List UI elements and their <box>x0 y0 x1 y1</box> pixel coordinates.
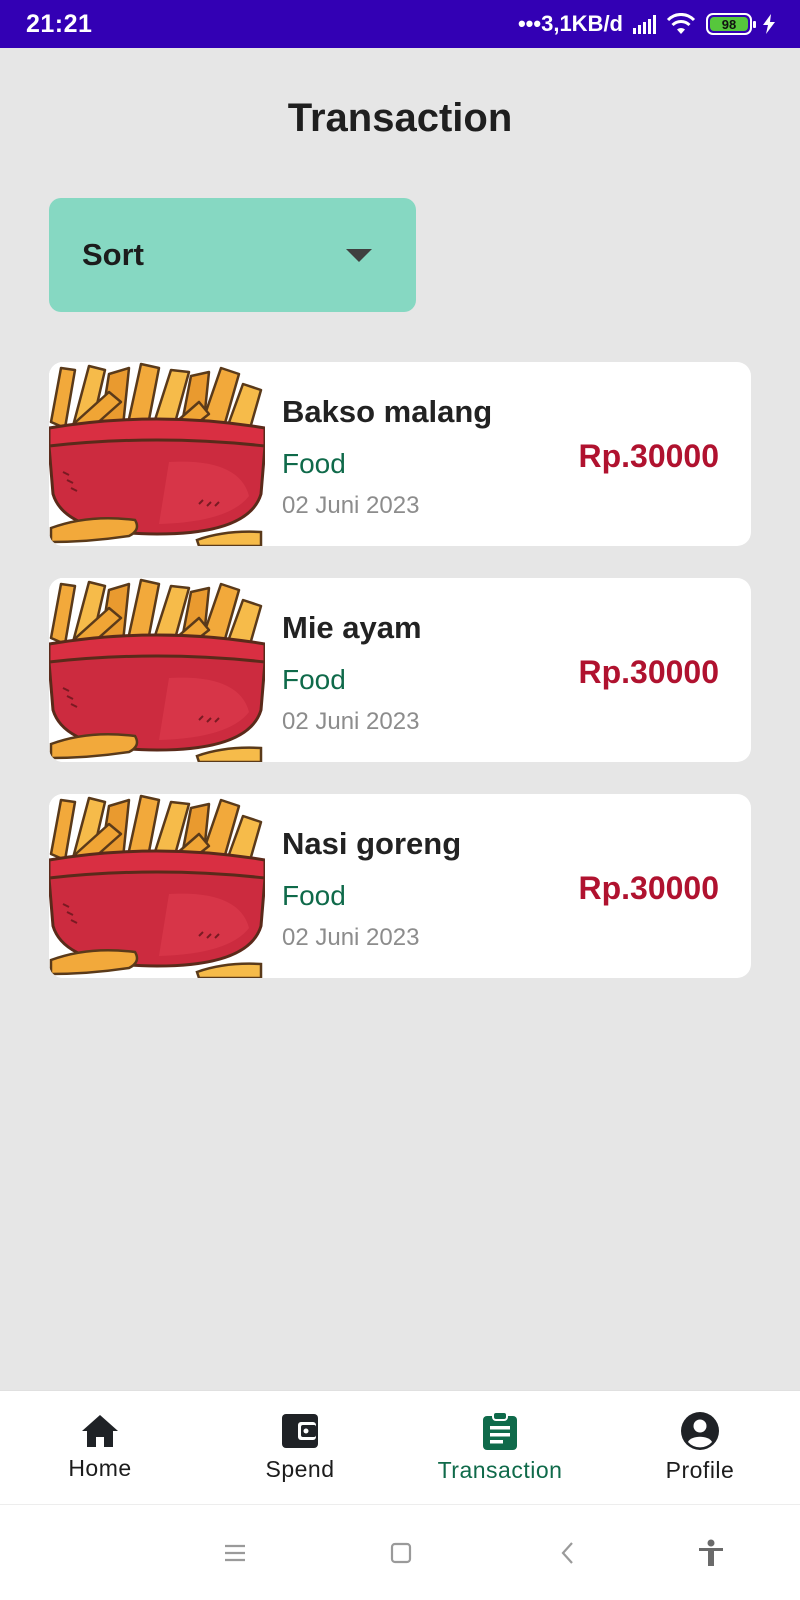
nav-label: Home <box>68 1455 132 1481</box>
fries-bowl-icon <box>49 362 267 546</box>
square-home-icon[interactable] <box>371 1505 431 1600</box>
nav-transaction[interactable]: Transaction <box>400 1391 600 1504</box>
nav-label: Spend <box>265 1456 335 1482</box>
transaction-category: Food <box>282 448 346 479</box>
transaction-category: Food <box>282 880 346 911</box>
battery-icon: 98 <box>706 13 756 35</box>
transaction-card[interactable]: Nasi goreng Food 02 Juni 2023 Rp.30000 <box>49 794 751 978</box>
transaction-name: Mie ayam <box>282 610 422 645</box>
transaction-date: 02 Juni 2023 <box>282 708 420 735</box>
page-title: Transaction <box>287 96 513 140</box>
sort-dropdown[interactable]: Sort <box>49 198 416 312</box>
home-icon <box>82 1415 118 1447</box>
wifi-icon <box>666 13 696 35</box>
transaction-card[interactable]: Bakso malang Food 02 Juni 2023 Rp.30000 <box>49 362 751 546</box>
menu-icon[interactable] <box>205 1505 265 1600</box>
transaction-amount: Rp.30000 <box>578 438 719 474</box>
transaction-card[interactable]: Mie ayam Food 02 Juni 2023 Rp.30000 <box>49 578 751 762</box>
bottom-nav: Home Spend Transaction Profile <box>0 1390 800 1504</box>
nav-profile[interactable]: Profile <box>600 1391 800 1504</box>
profile-icon <box>681 1412 719 1450</box>
transaction-amount: Rp.30000 <box>578 870 719 906</box>
accessibility-icon[interactable] <box>681 1505 741 1600</box>
transaction-name: Bakso malang <box>282 394 493 429</box>
transaction-date: 02 Juni 2023 <box>282 924 420 951</box>
transaction-category: Food <box>282 664 346 695</box>
fries-bowl-icon <box>49 578 267 762</box>
status-time: 21:21 <box>26 9 93 38</box>
back-icon[interactable] <box>538 1505 598 1600</box>
transaction-amount: Rp.30000 <box>578 654 719 690</box>
clipboard-icon <box>483 1411 517 1450</box>
nav-label: Transaction <box>437 1457 563 1483</box>
nav-spend[interactable]: Spend <box>200 1391 400 1504</box>
chevron-down-icon <box>346 248 372 262</box>
nav-label: Profile <box>665 1457 735 1483</box>
status-indicators: •••3,1KB/d 98 <box>518 11 776 37</box>
wallet-icon <box>282 1414 318 1448</box>
network-speed: •••3,1KB/d <box>517 11 623 36</box>
status-bar: 21:21 •••3,1KB/d 98 <box>0 0 800 48</box>
sort-label: Sort <box>82 237 144 272</box>
transaction-date: 02 Juni 2023 <box>282 492 420 519</box>
transaction-name: Nasi goreng <box>282 826 462 861</box>
system-nav-bar <box>0 1504 800 1600</box>
fries-bowl-icon <box>49 794 267 978</box>
signal-icon <box>633 14 656 34</box>
nav-home[interactable]: Home <box>0 1391 200 1504</box>
charging-icon <box>762 14 776 34</box>
battery-level: 98 <box>721 16 737 32</box>
